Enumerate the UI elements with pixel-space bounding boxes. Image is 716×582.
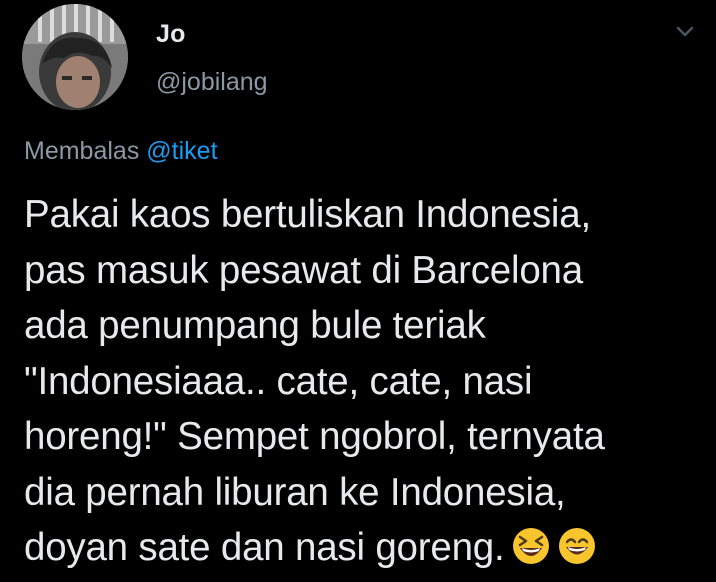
tweet-text-line: pas masuk pesawat di Barcelona [24,248,583,292]
tweet: Jo @jobilang Membalas @tiket Pakai kaos … [0,0,716,580]
tweet-text-line: "Indonesiaaa.. cate, cate, nasi [24,359,533,403]
reply-context: Membalas @tiket [24,137,218,166]
tweet-text-line: horeng!" Sempet ngobrol, ternyata [24,415,605,458]
tweet-text-line: ada penumpang bule teriak [24,304,486,347]
laughing-squinting-face-icon [511,526,551,566]
reply-mention-link[interactable]: @tiket [146,137,217,165]
tweet-text-line: Pakai kaos bertuliskan Indonesia, [24,193,591,236]
display-name[interactable]: Jo [156,20,186,49]
tweet-text: Pakai kaos bertuliskan Indonesia, pas ma… [24,187,704,576]
profile-photo-icon [22,4,128,110]
tweet-text-line: doyan sate dan nasi goreng. [24,526,505,569]
grinning-face-icon [557,526,597,566]
handle[interactable]: @jobilang [156,68,268,97]
chevron-down-icon[interactable] [672,22,698,42]
tweet-text-line-last: doyan sate dan nasi goreng. [24,520,704,576]
reply-prefix: Membalas [24,137,140,165]
avatar[interactable] [22,4,128,110]
tweet-text-line: dia pernah liburan ke Indonesia, [24,470,566,514]
